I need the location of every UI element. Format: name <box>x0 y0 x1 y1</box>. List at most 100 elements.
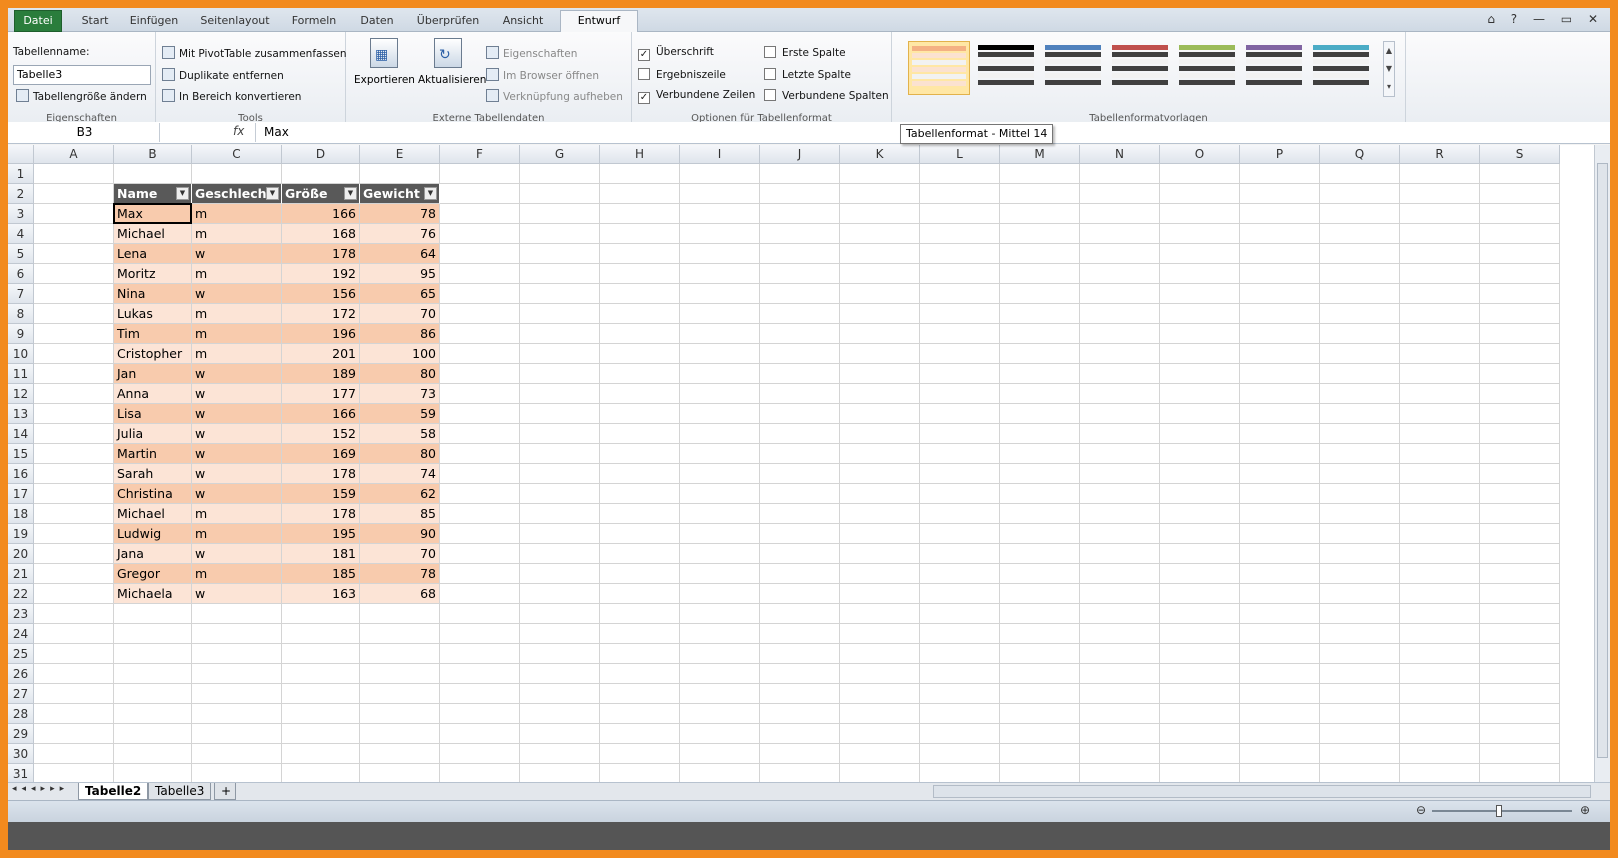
grid-cell[interactable] <box>1160 644 1240 664</box>
row-header[interactable]: 31 <box>8 764 34 782</box>
column-header-g[interactable]: G <box>520 145 600 164</box>
row-header[interactable]: 6 <box>8 264 34 284</box>
grid-cell[interactable] <box>1160 704 1240 724</box>
table-cell[interactable]: 59 <box>360 404 440 424</box>
grid-cell[interactable] <box>1320 344 1400 364</box>
grid-cell[interactable] <box>680 404 760 424</box>
sheet-tab-tabelle3[interactable]: Tabelle3 <box>148 783 212 800</box>
grid-cell[interactable] <box>1080 264 1160 284</box>
grid-cell[interactable] <box>1000 764 1080 782</box>
grid-cell[interactable] <box>1240 724 1320 744</box>
grid-cell[interactable] <box>1160 484 1240 504</box>
row-header[interactable]: 5 <box>8 244 34 264</box>
grid-cell[interactable] <box>680 584 760 604</box>
grid-cell[interactable] <box>600 424 680 444</box>
grid-cell[interactable] <box>1480 264 1560 284</box>
table-cell[interactable]: 86 <box>360 324 440 344</box>
grid-cell[interactable] <box>1080 764 1160 782</box>
grid-cell[interactable] <box>1320 764 1400 782</box>
grid-cell[interactable] <box>520 564 600 584</box>
grid-cell[interactable] <box>192 744 282 764</box>
grid-cell[interactable] <box>1160 304 1240 324</box>
table-cell[interactable]: 85 <box>360 504 440 524</box>
grid-cell[interactable] <box>760 724 840 744</box>
grid-cell[interactable] <box>1000 564 1080 584</box>
grid-cell[interactable] <box>1240 304 1320 324</box>
grid-cell[interactable] <box>600 504 680 524</box>
grid-cell[interactable] <box>760 284 840 304</box>
grid-cell[interactable] <box>114 724 192 744</box>
grid-cell[interactable] <box>1240 524 1320 544</box>
table-cell[interactable]: 64 <box>360 244 440 264</box>
grid-cell[interactable] <box>1160 664 1240 684</box>
grid-cell[interactable] <box>1320 724 1400 744</box>
grid-cell[interactable] <box>1400 444 1480 464</box>
table-cell[interactable]: Lisa <box>114 404 192 424</box>
table-cell[interactable]: 76 <box>360 224 440 244</box>
grid-cell[interactable] <box>680 204 760 224</box>
grid-cell[interactable] <box>1000 724 1080 744</box>
grid-cell[interactable] <box>1400 604 1480 624</box>
table-cell[interactable]: Max <box>114 204 192 224</box>
table-cell[interactable]: 70 <box>360 304 440 324</box>
table-style-swatch[interactable] <box>975 41 1037 95</box>
grid-cell[interactable] <box>1000 604 1080 624</box>
grid-cell[interactable] <box>1000 384 1080 404</box>
grid-cell[interactable] <box>1480 404 1560 424</box>
select-all-corner[interactable] <box>8 145 34 164</box>
row-header[interactable]: 19 <box>8 524 34 544</box>
table-cell[interactable]: 181 <box>282 544 360 564</box>
grid-cell[interactable] <box>520 164 600 184</box>
tab-datei[interactable]: Datei <box>14 10 62 32</box>
grid-cell[interactable] <box>680 524 760 544</box>
grid-cell[interactable] <box>1240 684 1320 704</box>
grid-cell[interactable] <box>34 684 114 704</box>
tab-seitenlayout[interactable]: Seitenlayout <box>192 11 278 32</box>
grid-cell[interactable] <box>1240 404 1320 424</box>
grid-cell[interactable] <box>1160 564 1240 584</box>
grid-cell[interactable] <box>520 424 600 444</box>
table-cell[interactable]: m <box>192 304 282 324</box>
grid-cell[interactable] <box>1480 304 1560 324</box>
checkbox-totals[interactable] <box>638 68 650 80</box>
grid-cell[interactable] <box>440 404 520 424</box>
horizontal-scrollbar[interactable] <box>933 785 1591 798</box>
table-style-gallery[interactable] <box>908 41 1388 101</box>
grid-cell[interactable] <box>1160 184 1240 204</box>
grid-cell[interactable] <box>192 624 282 644</box>
grid-cell[interactable] <box>360 624 440 644</box>
grid-cell[interactable] <box>1000 744 1080 764</box>
grid-cell[interactable] <box>440 484 520 504</box>
grid-cell[interactable] <box>1320 264 1400 284</box>
grid-cell[interactable] <box>1480 244 1560 264</box>
grid-cell[interactable] <box>600 624 680 644</box>
table-cell[interactable]: m <box>192 264 282 284</box>
grid-cell[interactable] <box>1240 564 1320 584</box>
grid-cell[interactable] <box>920 404 1000 424</box>
grid-cell[interactable] <box>1080 684 1160 704</box>
grid-cell[interactable] <box>680 704 760 724</box>
table-cell[interactable]: m <box>192 204 282 224</box>
grid-cell[interactable] <box>840 664 920 684</box>
grid-cell[interactable] <box>840 164 920 184</box>
table-cell[interactable]: Sarah <box>114 464 192 484</box>
grid-cell[interactable] <box>1480 644 1560 664</box>
grid-cell[interactable] <box>920 584 1000 604</box>
grid-cell[interactable] <box>34 284 114 304</box>
grid-cell[interactable] <box>840 384 920 404</box>
resize-table-button[interactable]: Tabellengröße ändern <box>16 89 147 103</box>
grid-cell[interactable] <box>920 744 1000 764</box>
grid-cell[interactable] <box>760 684 840 704</box>
grid-cell[interactable] <box>680 444 760 464</box>
grid-cell[interactable] <box>1320 464 1400 484</box>
grid-cell[interactable] <box>1240 604 1320 624</box>
grid-cell[interactable] <box>1480 344 1560 364</box>
grid-cell[interactable] <box>34 304 114 324</box>
table-cell[interactable]: 178 <box>282 464 360 484</box>
table-header-cell[interactable]: Gewicht ▼ <box>360 184 440 204</box>
table-cell[interactable]: 78 <box>360 204 440 224</box>
table-cell[interactable]: Martin <box>114 444 192 464</box>
table-cell[interactable]: 195 <box>282 524 360 544</box>
grid-cell[interactable] <box>440 504 520 524</box>
grid-cell[interactable] <box>282 164 360 184</box>
